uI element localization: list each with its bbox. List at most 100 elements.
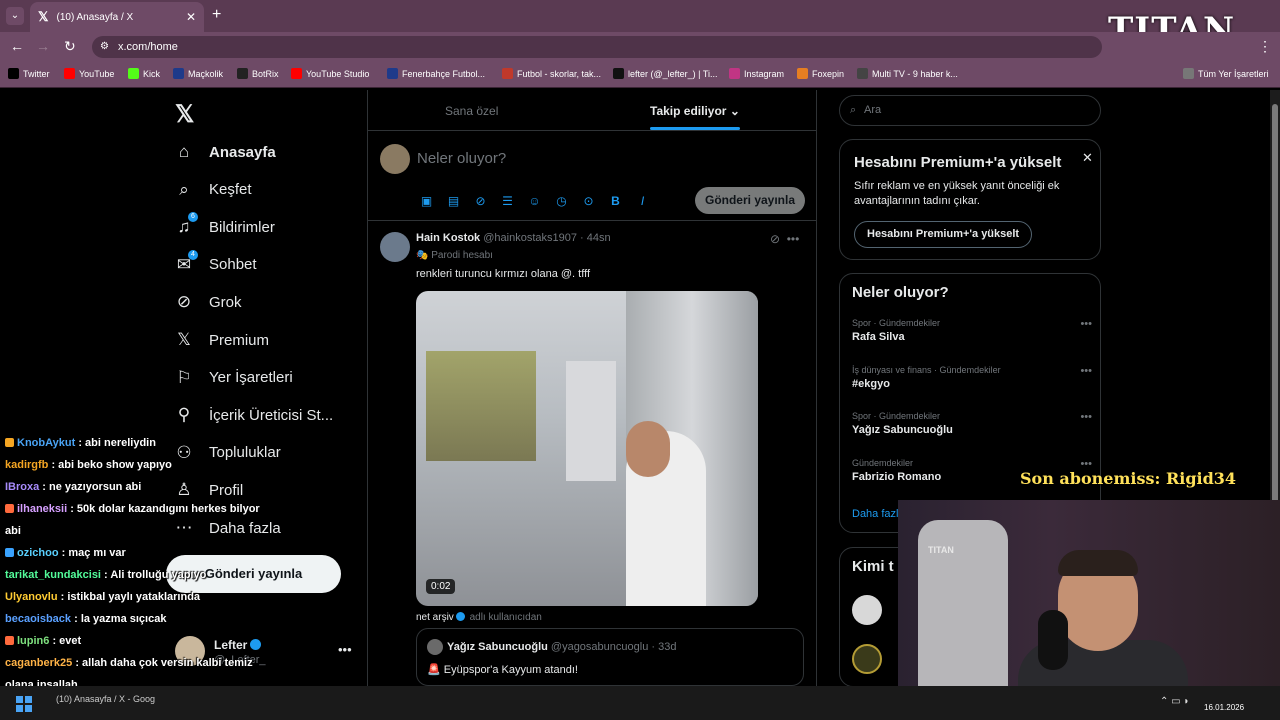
compose-post-button[interactable]: Gönderi yayınla [695, 187, 805, 214]
close-tab-icon[interactable]: ✕ [186, 10, 196, 24]
browser-menu-icon[interactable]: ⋮ [1258, 38, 1272, 55]
more-icon[interactable]: ••• [338, 642, 352, 657]
chat-message: KnobAykut : abi nereliydin [0, 432, 300, 454]
taskbar-app[interactable]: (10) Anasayfa / X - Goog [56, 694, 155, 704]
chat-username: ozichoo [17, 547, 59, 559]
tweet-author[interactable]: Hain Kostok [416, 232, 480, 244]
compose-toolbar: ▣ ▤ ⊘ ☰ ☺ ◷ ⊙ B I [418, 193, 651, 210]
bookmark-item[interactable]: Fenerbahçe Futbol... [387, 68, 485, 79]
x-icon: 𝕏 [177, 330, 191, 349]
bookmark-item[interactable]: Tüm Yer İşaretleri [1183, 68, 1269, 79]
poll-icon[interactable]: ☰ [499, 193, 516, 210]
bookmark-icon [857, 68, 868, 79]
bookmark-item[interactable]: BotRix [237, 68, 279, 79]
more-icon[interactable]: ••• [1080, 458, 1092, 470]
grok-icon[interactable]: ⊘ [770, 232, 780, 246]
notification-badge: 4 [188, 249, 198, 260]
sidebar-item-label: Yer İşaretleri [209, 369, 293, 387]
gif-icon[interactable]: ▤ [445, 193, 462, 210]
repost-user[interactable]: net arşiv [416, 612, 454, 623]
search-icon: ⌕ [179, 179, 189, 199]
grok-icon[interactable]: ⊘ [472, 193, 489, 210]
tab-for-you[interactable]: Sana özel [445, 104, 498, 118]
trend-item[interactable]: Spor · Gündemdekiler Rafa Silva ••• [852, 318, 1092, 343]
chat-username: lupin6 [17, 635, 50, 647]
streamer-hair [1058, 550, 1138, 576]
bookmark-item[interactable]: Kick [128, 68, 160, 79]
tray-icons[interactable]: ⌃ ▭ ◗ [1160, 696, 1189, 707]
back-icon[interactable]: ← [10, 38, 24, 54]
chat-username: becaoisback [5, 613, 72, 625]
compose-input[interactable]: Neler oluyor? [417, 150, 506, 167]
tab-search-button[interactable]: ⌄ [6, 7, 24, 25]
bookmark-label: YouTube Studio [306, 69, 370, 79]
sidebar-item[interactable]: 𝕏 Premium [174, 330, 269, 350]
sidebar-item[interactable]: ♫ 6 Bildirimler [174, 212, 275, 237]
bookmark-item[interactable]: Maçkolik [173, 68, 223, 79]
bookmark-item[interactable]: Foxepin [797, 68, 844, 79]
more-icon[interactable]: ••• [1080, 318, 1092, 330]
windows-start-icon[interactable] [16, 696, 32, 712]
timeline: Sana özel Takip ediliyor ⌄ Neler oluyor?… [367, 90, 817, 686]
video-frame-shelf [426, 351, 536, 461]
bookmark-icon: ⚐ [176, 367, 192, 387]
verified-icon [455, 612, 465, 621]
avatar[interactable] [852, 644, 882, 674]
bold-icon[interactable]: B [607, 193, 624, 210]
chat-badge-icon [5, 636, 14, 645]
parody-text: Parodi hesabı [431, 250, 493, 261]
bookmark-icon [613, 68, 624, 79]
location-icon[interactable]: ⊙ [580, 193, 597, 210]
bookmark-icon [128, 68, 139, 79]
bookmark-item[interactable]: Futbol - skorlar, tak... [502, 68, 601, 79]
trends-heading: Neler oluyor? [852, 284, 949, 301]
forward-icon[interactable]: → [36, 38, 50, 54]
bookmark-item[interactable]: YouTube [64, 68, 114, 79]
more-icon[interactable]: ••• [787, 232, 800, 246]
bookmark-item[interactable]: Instagram [729, 68, 784, 79]
quoted-tweet[interactable]: Yağız Sabuncuoğlu @yagosabuncuoglu · 33d… [416, 628, 804, 686]
chat-text: : abi nereliydin [75, 437, 156, 449]
bookmark-item[interactable]: lefter (@_lefter_) | Ti... [613, 68, 718, 79]
schedule-icon[interactable]: ◷ [553, 193, 570, 210]
tab-following[interactable]: Takip ediliyor ⌄ [650, 104, 740, 118]
more-icon[interactable]: ••• [1080, 411, 1092, 423]
more-icon[interactable]: ••• [1080, 365, 1092, 377]
image-icon[interactable]: ▣ [418, 193, 435, 210]
show-more-link[interactable]: Daha fazl [852, 508, 898, 520]
trends-card: Neler oluyor? Spor · Gündemdekiler Rafa S… [839, 273, 1101, 533]
x-home-logo[interactable]: 𝕏 [175, 100, 194, 129]
tweet-avatar[interactable] [380, 232, 410, 262]
bookmark-item[interactable]: YouTube Studio [291, 68, 369, 79]
chat-badge-icon [5, 504, 14, 513]
premium-description: Sıfır reklam ve en yüksek yanıt önceliği… [854, 180, 1060, 207]
url-field[interactable]: ⚙ x.com/home [92, 36, 1102, 58]
premium-button[interactable]: Hesabını Premium+'a yükselt [854, 221, 1033, 248]
sidebar-item[interactable]: ⌂ Anasayfa [174, 142, 276, 162]
bookmark-item[interactable]: Twitter [8, 68, 50, 79]
trend-item[interactable]: Spor · Gündemdekiler Yağız Sabuncuoğlu ••• [852, 411, 1092, 436]
sidebar-item[interactable]: ⚐ Yer İşaretleri [174, 367, 293, 388]
sidebar-item[interactable]: ⌕ Keşfet [174, 179, 251, 200]
site-info-icon[interactable]: ⚙ [100, 36, 109, 58]
search-input[interactable]: ⌕ Ara [839, 95, 1101, 126]
chat-username: IBroxa [5, 481, 40, 493]
sidebar-item[interactable]: ✉ 4 Sohbet [174, 249, 257, 275]
tweet-video[interactable]: 0:02 [416, 291, 758, 606]
new-tab-button[interactable]: + [212, 6, 221, 24]
close-icon[interactable]: ✕ [1082, 150, 1093, 166]
italic-icon[interactable]: I [634, 193, 651, 210]
emoji-icon[interactable]: ☺ [526, 193, 543, 210]
bookmark-item[interactable]: Multi TV - 9 haber k... [857, 68, 958, 79]
sidebar-item[interactable]: ⚲ İçerik Üreticisi St... [174, 405, 333, 425]
bookmark-icon [8, 68, 19, 79]
chat-username: Ulyanovlu [5, 591, 58, 603]
sidebar-item[interactable]: ⊘ Grok [174, 292, 242, 312]
trend-item[interactable]: İş dünyası ve finans · Gündemdekiler #ekg… [852, 365, 1092, 390]
chat-message: IBroxa : ne yazıyorsun abi [0, 476, 300, 498]
reload-icon[interactable]: ↻ [64, 38, 76, 55]
address-bar: ← → ↻ ⚙ x.com/home ⋮ [0, 32, 1280, 62]
browser-tab[interactable]: 𝕏 (10) Anasayfa / X ✕ [30, 2, 204, 32]
trend-name: Rafa Silva [852, 331, 905, 343]
avatar[interactable] [852, 595, 882, 625]
